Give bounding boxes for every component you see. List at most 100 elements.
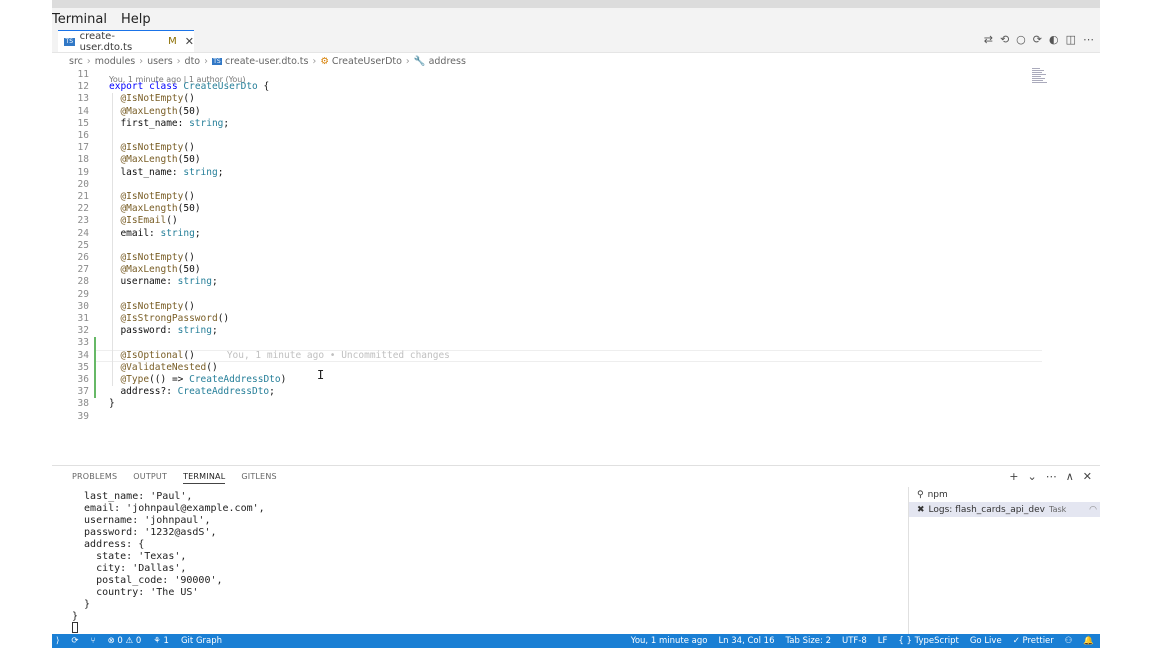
- breadcrumb-src[interactable]: src: [69, 56, 83, 67]
- code-line[interactable]: 29: [52, 289, 1052, 301]
- panel-tabs: PROBLEMS OUTPUT TERMINAL GITLENS: [72, 472, 277, 484]
- revert-icon[interactable]: ⟲: [1000, 33, 1009, 46]
- breadcrumb-modules[interactable]: modules: [95, 56, 136, 67]
- tab-size[interactable]: Tab Size: 2: [786, 636, 832, 646]
- circle-icon[interactable]: ○: [1016, 33, 1026, 46]
- line-number: 20: [77, 178, 89, 190]
- code-line[interactable]: 23 @IsEmail(): [52, 215, 1052, 227]
- line-number: 31: [77, 313, 89, 324]
- inline-blame: You, 1 minute ago • Uncommitted changes: [226, 349, 450, 361]
- code-line[interactable]: 28 username: string;: [52, 276, 1052, 288]
- editor-actions: ⇄ ⟲ ○ ⟳ ◐ ◫ ⋯: [984, 33, 1094, 46]
- cursor-position[interactable]: Ln 34, Col 16: [718, 636, 774, 646]
- code-line[interactable]: 36 @Type(() => CreateAddressDto): [52, 374, 1052, 386]
- code-line[interactable]: 12 export class CreateUserDto {: [52, 81, 1052, 93]
- code-line[interactable]: 31 @IsStrongPassword(): [52, 313, 1052, 325]
- code-line[interactable]: 33: [52, 337, 1052, 349]
- code-line[interactable]: 14 @MaxLength(50): [52, 106, 1052, 118]
- blame-status[interactable]: You, 1 minute ago: [631, 636, 708, 646]
- terminal-list-item-npm[interactable]: ⚲ npm: [909, 487, 1100, 502]
- code-text: @IsStrongPassword(): [120, 313, 230, 324]
- breadcrumb-class[interactable]: CreateUserDto: [332, 56, 402, 67]
- sync-icon[interactable]: ⟳: [71, 636, 78, 646]
- tab-output[interactable]: OUTPUT: [133, 472, 167, 484]
- breadcrumb-users[interactable]: users: [147, 56, 173, 67]
- bell-icon[interactable]: 🔔: [1083, 636, 1094, 646]
- code-line[interactable]: 15 first_name: string;: [52, 118, 1052, 130]
- forward-icon[interactable]: ⟳: [1033, 33, 1042, 46]
- breadcrumb-dto[interactable]: dto: [185, 56, 201, 67]
- code-text: @MaxLength(50): [120, 203, 201, 215]
- problems-status[interactable]: ⊗ 0 ⚠ 0: [108, 636, 142, 646]
- line-number: 25: [77, 239, 89, 251]
- vscode-window: Terminal Help TS create-user.dto.ts M ✕ …: [52, 0, 1100, 648]
- line-ending[interactable]: LF: [878, 636, 888, 646]
- code-line[interactable]: 17 @IsNotEmpty(): [52, 142, 1052, 154]
- breadcrumb: src › modules › users › dto › TS create-user…: [69, 55, 466, 67]
- tab-problems[interactable]: PROBLEMS: [72, 472, 117, 484]
- code-line[interactable]: 19 last_name: string;: [52, 167, 1052, 179]
- indent-guide: [112, 93, 113, 387]
- code-line[interactable]: 18 @MaxLength(50): [52, 154, 1052, 166]
- code-line[interactable]: 21 @IsNotEmpty(): [52, 191, 1052, 203]
- code-line[interactable]: 22 @MaxLength(50): [52, 203, 1052, 215]
- line-number: 34: [77, 349, 89, 361]
- go-live-button[interactable]: Go Live: [970, 636, 1002, 646]
- code-line[interactable]: 27 @MaxLength(50): [52, 264, 1052, 276]
- mouse-cursor-icon: I: [317, 368, 325, 382]
- prettier-status[interactable]: ✓ Prettier: [1013, 636, 1054, 646]
- encoding[interactable]: UTF-8: [842, 636, 867, 646]
- remote-icon[interactable]: ⟩: [56, 636, 59, 646]
- split-editor-icon[interactable]: ◫: [1066, 33, 1076, 46]
- code-line[interactable]: 11: [52, 69, 1052, 81]
- more-icon[interactable]: ⋯: [1046, 470, 1057, 483]
- code-line[interactable]: 16: [52, 130, 1052, 142]
- tab-gitlens[interactable]: GITLENS: [241, 472, 276, 484]
- menu-terminal[interactable]: Terminal: [52, 12, 107, 27]
- code-line[interactable]: 20: [52, 179, 1052, 191]
- terminal-list-item-logs[interactable]: ✖ Logs: flash_cards_api_dev Task ◠: [909, 502, 1100, 517]
- status-bar: ⟩ ⟳ ⑂ ⊗ 0 ⚠ 0 ⚘ 1 Git Graph You, 1 minut…: [52, 634, 1100, 648]
- line-number: 30: [77, 300, 89, 312]
- terminal-cursor: [72, 622, 78, 633]
- loading-icon: ◠: [1089, 504, 1097, 515]
- tab-create-user-dto[interactable]: TS create-user.dto.ts M ✕: [58, 30, 194, 53]
- code-line[interactable]: 25: [52, 240, 1052, 252]
- code-editor[interactable]: You, 1 minute ago | 1 author (You) 11 12 e…: [52, 68, 1052, 464]
- close-panel-icon[interactable]: ✕: [1083, 470, 1092, 483]
- toggle-icon[interactable]: ◐: [1049, 33, 1059, 46]
- code-text: @MaxLength(50): [120, 264, 201, 276]
- terminal-output[interactable]: last_name: 'Paul', email: 'johnpaul@exam…: [72, 491, 265, 623]
- minimap[interactable]: [1032, 68, 1052, 98]
- code-line[interactable]: 38}: [52, 398, 1052, 410]
- source-control-icon[interactable]: ⑂: [90, 636, 95, 646]
- tab-modified-badge: M: [168, 36, 177, 47]
- code-text: @IsOptional() You, 1 minute ago • Uncommi…: [120, 349, 450, 361]
- code-line[interactable]: 37 address?: CreateAddressDto;: [52, 386, 1052, 398]
- code-line[interactable]: 34 @IsOptional() You, 1 minute ago • Unco…: [52, 349, 1052, 362]
- tab-close-icon[interactable]: ✕: [185, 35, 194, 48]
- code-line[interactable]: 35 @ValidateNested(): [52, 362, 1052, 374]
- code-line[interactable]: 32 password: string;: [52, 325, 1052, 337]
- git-status[interactable]: ⚘ 1: [153, 636, 169, 646]
- chevron-down-icon[interactable]: ⌄: [1028, 470, 1037, 483]
- compare-icon[interactable]: ⇄: [984, 33, 993, 46]
- accounts-icon[interactable]: ⚇: [1065, 636, 1073, 646]
- new-terminal-icon[interactable]: +: [1009, 470, 1018, 483]
- language-mode[interactable]: { } TypeScript: [898, 636, 958, 646]
- code-line[interactable]: 26 @IsNotEmpty(): [52, 252, 1052, 264]
- breadcrumb-file[interactable]: create-user.dto.ts: [225, 56, 309, 67]
- git-change-gutter[interactable]: [94, 337, 96, 399]
- more-actions-icon[interactable]: ⋯: [1083, 33, 1094, 46]
- code-line[interactable]: 24 email: string;: [52, 228, 1052, 240]
- code-line[interactable]: 30 @IsNotEmpty(): [52, 301, 1052, 313]
- tab-terminal[interactable]: TERMINAL: [183, 472, 226, 484]
- git-graph-button[interactable]: Git Graph: [181, 636, 222, 646]
- code-line[interactable]: 39: [52, 411, 1052, 423]
- maximize-panel-icon[interactable]: ∧: [1066, 470, 1074, 483]
- menu-help[interactable]: Help: [121, 12, 151, 27]
- breadcrumb-property[interactable]: address: [429, 56, 466, 67]
- line-number: 33: [77, 337, 89, 349]
- code-line[interactable]: 13 @IsNotEmpty(): [52, 93, 1052, 105]
- line-number: 24: [77, 227, 89, 239]
